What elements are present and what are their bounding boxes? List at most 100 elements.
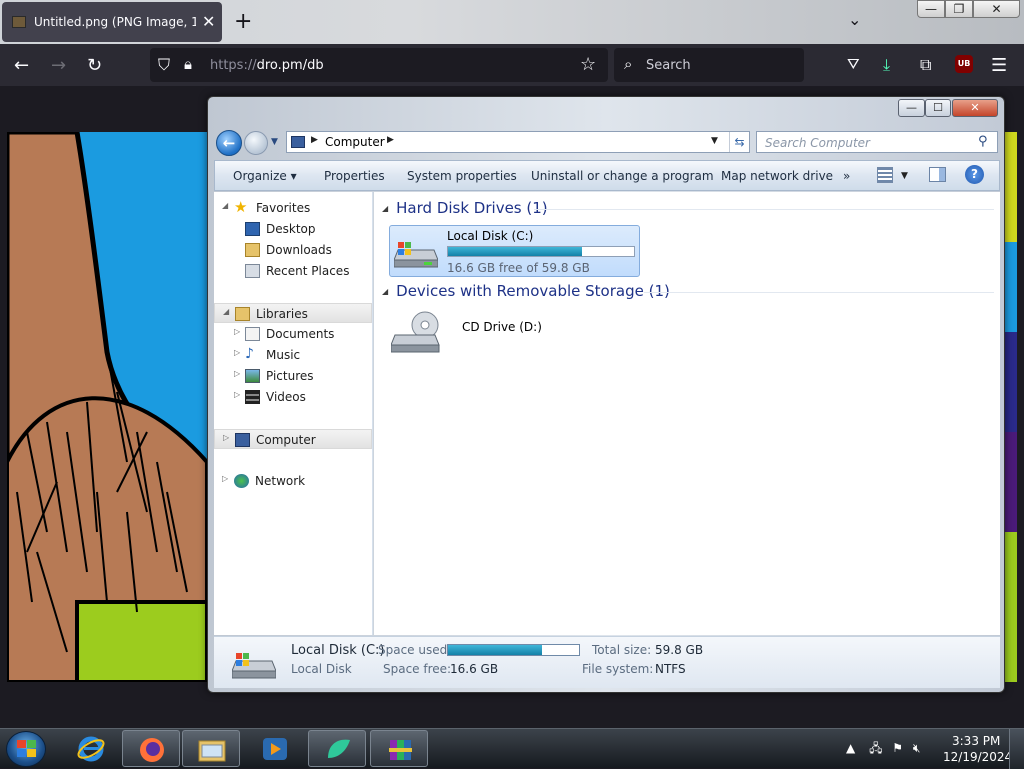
group-header-hard-disks[interactable]: ◢ Hard Disk Drives (1) xyxy=(382,199,548,217)
start-button[interactable] xyxy=(6,731,46,767)
expand-arrow-icon[interactable]: ▷ xyxy=(234,390,240,399)
nav-item-desktop[interactable]: Desktop xyxy=(214,219,372,239)
search-icon[interactable]: ⚲ xyxy=(978,134,988,149)
network-icon xyxy=(234,474,249,488)
pocket-icon[interactable]: ⛛ xyxy=(847,55,860,73)
nav-item-favorites[interactable]: ◢ ★ Favorites xyxy=(214,198,372,218)
system-tray: ▲ 🖧︎ ⚑ 🔇︎ xyxy=(846,739,920,760)
taskbar-internet-explorer[interactable] xyxy=(62,730,120,767)
browser-restore-button[interactable]: ❐ xyxy=(945,0,973,18)
tray-network-icon[interactable]: 🖧︎ xyxy=(869,741,882,755)
url-bar[interactable]: ⛉ 🔒︎ https://dro.pm/db ☆ xyxy=(150,48,608,82)
nav-label: Desktop xyxy=(266,222,316,236)
back-button[interactable]: ← xyxy=(216,130,242,156)
recent-pages-chevron-icon[interactable]: ▼ xyxy=(271,137,278,147)
drive-d-tile[interactable]: CD Drive (D:) xyxy=(389,297,549,357)
explorer-close-button[interactable]: ✕ xyxy=(952,99,998,117)
forward-button[interactable] xyxy=(244,131,268,155)
computer-icon xyxy=(235,433,250,447)
breadcrumb-computer[interactable]: Computer xyxy=(325,135,385,149)
explorer-search-input[interactable]: Search Computer ⚲ xyxy=(756,131,998,153)
show-desktop-button[interactable] xyxy=(1009,729,1024,769)
tracking-protection-shield-icon[interactable]: ⛉ xyxy=(158,55,170,75)
nav-item-music[interactable]: ▷ ♪ Music xyxy=(214,345,372,365)
extensions-puzzle-icon[interactable]: ⧉ xyxy=(920,55,931,75)
breadcrumb-arrow-icon[interactable]: ▶ xyxy=(311,135,318,145)
refresh-icon[interactable]: ⇆ xyxy=(729,132,749,152)
browser-tab[interactable]: Untitled.png (PNG Image, 1010 ✕ xyxy=(2,2,222,42)
taskbar-media-player[interactable] xyxy=(246,730,304,767)
expand-arrow-icon[interactable]: ▷ xyxy=(234,348,240,357)
expand-arrow-icon[interactable]: ▷ xyxy=(234,369,240,378)
expand-arrow-icon[interactable]: ◢ xyxy=(223,307,229,316)
breadcrumb-arrow-icon[interactable]: ▶ xyxy=(387,135,394,145)
music-note-icon: ♪ xyxy=(245,346,254,362)
volume-muted-icon[interactable]: 🔇︎ xyxy=(913,741,921,755)
nav-label: Libraries xyxy=(256,307,308,321)
url-text[interactable]: https://dro.pm/db xyxy=(210,58,324,73)
new-tab-button[interactable]: + xyxy=(234,9,252,34)
view-options-chevron-icon[interactable]: ▼ xyxy=(901,171,908,181)
drive-name: Local Disk (C:) xyxy=(447,229,534,243)
expand-arrow-icon[interactable]: ◢ xyxy=(222,201,228,210)
browser-search-box[interactable]: ⌕ Search xyxy=(614,48,804,82)
explorer-minimize-button[interactable]: — xyxy=(898,99,925,117)
group-divider xyxy=(644,292,994,293)
clock-date[interactable]: 12/19/2024 xyxy=(943,750,1012,764)
action-center-flag-icon[interactable]: ⚑ xyxy=(892,741,903,755)
space-free-value: 16.6 GB xyxy=(450,662,499,676)
nav-label: Favorites xyxy=(256,201,311,215)
expand-arrow-icon[interactable]: ▷ xyxy=(234,327,240,336)
lock-icon[interactable]: 🔒︎ xyxy=(184,55,192,73)
taskbar-app-green[interactable] xyxy=(308,730,366,767)
nav-item-videos[interactable]: ▷ Videos xyxy=(214,387,372,407)
expand-arrow-icon[interactable]: ▷ xyxy=(222,474,228,483)
show-hidden-icons-icon[interactable]: ▲ xyxy=(846,741,855,755)
clock-time[interactable]: 3:33 PM xyxy=(952,734,1000,748)
explorer-maximize-button[interactable]: ☐ xyxy=(925,99,951,117)
map-network-drive-button[interactable]: Map network drive xyxy=(721,169,833,183)
bookmark-star-icon[interactable]: ☆ xyxy=(580,54,596,75)
folder-icon xyxy=(198,740,226,762)
browser-close-button[interactable]: ✕ xyxy=(973,0,1020,18)
drive-c-tile[interactable]: Local Disk (C:) 16.6 GB free of 59.8 GB xyxy=(389,225,640,277)
downloads-icon[interactable]: ⤓ xyxy=(883,55,890,75)
menu-hamburger-icon[interactable]: ☰ xyxy=(991,55,1007,76)
tab-list-chevron-icon[interactable]: ⌄ xyxy=(848,10,861,29)
hard-disk-icon xyxy=(394,242,438,268)
address-bar[interactable]: ▶ Computer ▶ ▼ ⇆ xyxy=(286,131,750,153)
expand-arrow-icon[interactable]: ▷ xyxy=(223,433,229,442)
preview-pane-icon[interactable] xyxy=(929,167,946,182)
back-arrow-icon[interactable]: ← xyxy=(14,55,29,76)
nav-label: Downloads xyxy=(266,243,332,257)
properties-button[interactable]: Properties xyxy=(324,169,385,183)
search-placeholder: Search xyxy=(646,58,691,73)
organize-button[interactable]: Organize ▾ xyxy=(233,169,297,183)
star-icon: ★ xyxy=(234,198,248,216)
nav-item-libraries[interactable]: ◢ Libraries xyxy=(214,303,372,323)
uninstall-program-button[interactable]: Uninstall or change a program xyxy=(531,169,714,183)
taskbar-firefox[interactable] xyxy=(122,730,180,767)
help-icon[interactable]: ? xyxy=(965,165,984,184)
taskbar-winrar[interactable] xyxy=(370,730,428,767)
address-history-chevron-icon[interactable]: ▼ xyxy=(711,136,718,146)
forward-arrow-icon[interactable]: → xyxy=(51,55,66,76)
change-view-icon[interactable] xyxy=(877,167,893,183)
more-commands-button[interactable]: » xyxy=(843,169,850,183)
collapse-arrow-icon[interactable]: ◢ xyxy=(382,204,388,213)
reload-icon[interactable]: ↻ xyxy=(87,55,102,76)
nav-item-pictures[interactable]: ▷ Pictures xyxy=(214,366,372,386)
tab-close-icon[interactable]: ✕ xyxy=(202,12,215,31)
nav-item-network[interactable]: ▷ Network xyxy=(214,471,372,491)
collapse-arrow-icon[interactable]: ◢ xyxy=(382,287,388,296)
total-size-value: 59.8 GB xyxy=(655,643,704,657)
drive-name: CD Drive (D:) xyxy=(462,320,542,334)
taskbar-windows-explorer[interactable] xyxy=(182,730,240,767)
nav-item-documents[interactable]: ▷ Documents xyxy=(214,324,372,344)
nav-item-recent-places[interactable]: Recent Places xyxy=(214,261,372,281)
nav-item-downloads[interactable]: Downloads xyxy=(214,240,372,260)
nav-item-computer[interactable]: ▷ Computer xyxy=(214,429,372,449)
system-properties-button[interactable]: System properties xyxy=(407,169,517,183)
browser-minimize-button[interactable]: — xyxy=(917,0,945,18)
ublock-extension-icon[interactable]: UB xyxy=(955,55,973,73)
